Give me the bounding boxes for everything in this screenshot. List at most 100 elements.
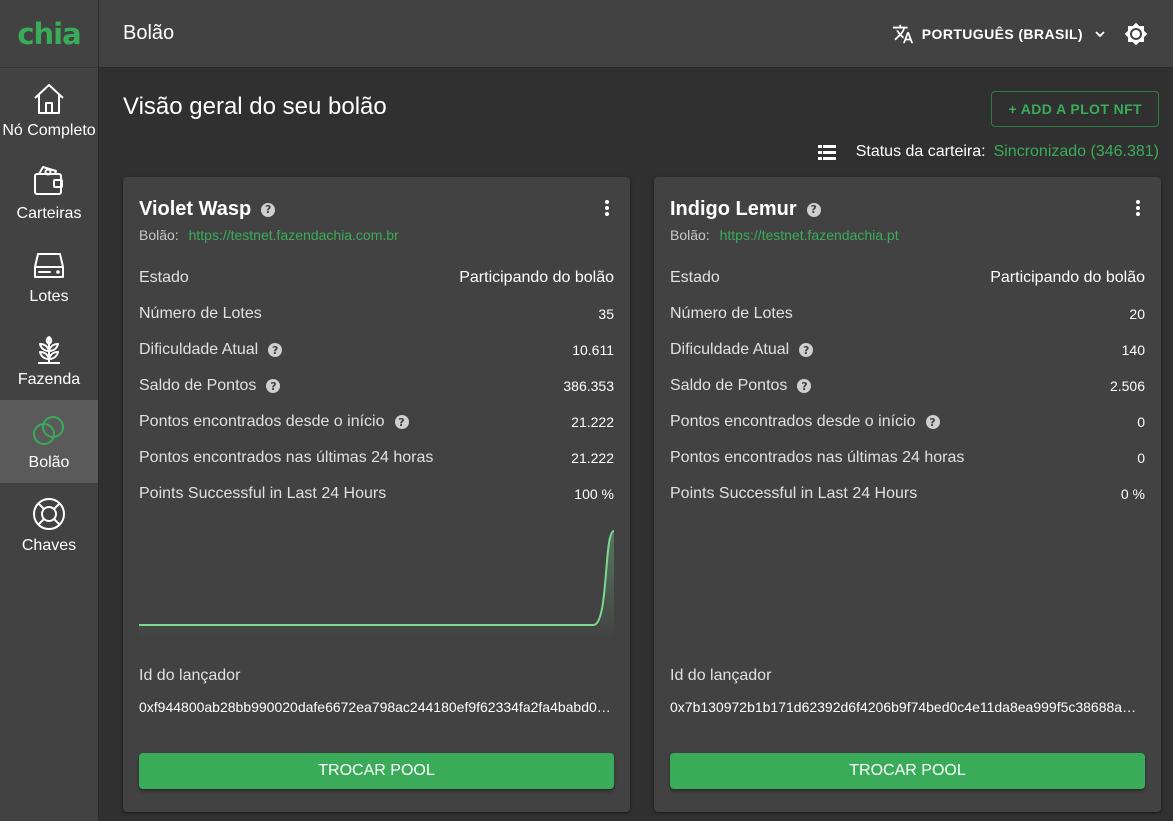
stat-label: Points Successful in Last 24 Hours: [139, 485, 387, 502]
help-icon[interactable]: ?: [266, 379, 281, 393]
stat-row-difficulty: Dificuldade Atual? 140: [670, 332, 1145, 368]
sprout-icon: [38, 335, 60, 364]
help-icon[interactable]: ?: [806, 202, 821, 217]
stat-row-difficulty: Dificuldade Atual? 10.611: [139, 332, 614, 368]
launcher-id-value: 0x7b130972b1b171d62392d6f4206b9f74bed0c4…: [670, 699, 1143, 715]
stats-list: Estado Participando do bolão Número de L…: [670, 260, 1145, 512]
page-title: Visão geral do seu bolão: [123, 93, 387, 120]
launcher-id-label: Id do lançador: [670, 667, 772, 684]
stat-label: Saldo de Pontos: [139, 377, 257, 394]
plot-nft-card: Violet Wasp ? Bolão: https://testnet.faz…: [123, 177, 630, 812]
sidebar-item-label: Fazenda: [17, 370, 81, 388]
stat-value: 386.353: [563, 378, 614, 394]
list-view-icon[interactable]: [817, 144, 836, 160]
lifebuoy-icon: [33, 497, 65, 530]
translate-icon: [892, 24, 913, 43]
wallet-status-value: Sincronizado (346.381): [993, 143, 1159, 160]
language-selector[interactable]: PORTUGUÊS (BRASIL): [892, 23, 1107, 45]
sidebar-item-keys[interactable]: Chaves: [0, 483, 98, 566]
stat-row-points-since-start: Pontos encontrados desde o início? 21.22…: [139, 404, 614, 440]
stat-label-with-help: Saldo de Pontos?: [139, 377, 281, 395]
points-chart: [139, 530, 614, 639]
stat-label: Points Successful in Last 24 Hours: [670, 485, 918, 502]
sidebar-item-wallets[interactable]: Carteiras: [0, 151, 98, 234]
change-pool-button[interactable]: TROCAR POOL: [670, 753, 1145, 789]
stat-label: Pontos encontrados desde o início: [139, 413, 385, 430]
chart-series-line: [139, 530, 614, 626]
stat-value: Participando do bolão: [990, 269, 1145, 286]
theme-toggle-button[interactable]: [1123, 21, 1149, 47]
stat-label: Dificuldade Atual: [139, 341, 259, 358]
stat-row-plot-count: Número de Lotes 35: [139, 296, 614, 332]
stat-label: Dificuldade Atual: [670, 341, 790, 358]
wallet-status-label: Status da carteira:: [855, 143, 986, 160]
plot-nft-card: Indigo Lemur ? Bolão: https://testnet.fa…: [654, 177, 1161, 812]
help-icon[interactable]: ?: [797, 379, 812, 393]
more-vert-icon[interactable]: [1135, 199, 1141, 217]
help-icon[interactable]: ?: [268, 343, 283, 357]
chia-logo[interactable]: chia: [0, 0, 98, 68]
sidebar-item-label: Chaves: [21, 536, 77, 554]
stats-list: Estado Participando do bolão Número de L…: [139, 260, 614, 512]
hard-drive-icon: [34, 252, 64, 278]
language-label: PORTUGUÊS (BRASIL): [921, 25, 1083, 42]
page-header-title: Bolão: [123, 22, 175, 44]
stat-row-points-24h: Pontos encontrados nas últimas 24 horas …: [139, 440, 614, 476]
stat-row-points-successful: Points Successful in Last 24 Hours 100 %: [139, 476, 614, 512]
sidebar-item-plots[interactable]: Lotes: [0, 234, 98, 317]
plot-nft-name-text: Violet Wasp: [139, 198, 252, 220]
stat-value: 0: [1137, 450, 1145, 466]
sidebar-item-label: Nó Completo: [2, 121, 96, 139]
add-plot-nft-button[interactable]: + ADD A PLOT NFT: [991, 91, 1159, 127]
stat-row-status: Estado Participando do bolão: [670, 260, 1145, 296]
help-icon[interactable]: ?: [799, 343, 814, 357]
stat-row-points-successful: Points Successful in Last 24 Hours 0 %: [670, 476, 1145, 512]
stat-label-with-help: Dificuldade Atual?: [139, 341, 283, 359]
stat-value: 20: [1129, 306, 1145, 322]
stat-label: Número de Lotes: [139, 305, 262, 322]
pool-url-link[interactable]: https://testnet.fazendachia.pt: [720, 227, 899, 243]
plot-nft-name: Violet Wasp ?: [139, 198, 276, 221]
stat-row-points-since-start: Pontos encontrados desde o início? 0: [670, 404, 1145, 440]
stat-label-with-help: Dificuldade Atual?: [670, 341, 814, 359]
stat-value: 21.222: [571, 414, 614, 430]
stat-label: Pontos encontrados desde o início: [670, 413, 916, 430]
stat-label: Número de Lotes: [670, 305, 793, 322]
pool-url-link[interactable]: https://testnet.fazendachia.com.br: [189, 227, 399, 243]
stat-value: 35: [598, 306, 614, 322]
stat-row-points-balance: Saldo de Pontos? 2.506: [670, 368, 1145, 404]
stat-row-points-balance: Saldo de Pontos? 386.353: [139, 368, 614, 404]
plot-nft-name: Indigo Lemur ?: [670, 198, 821, 221]
more-vert-icon[interactable]: [604, 199, 610, 217]
top-bar: Bolão PORTUGUÊS (BRASIL): [99, 0, 1173, 68]
sidebar-item-full-node[interactable]: Nó Completo: [0, 68, 98, 151]
home-icon: [34, 83, 64, 114]
stat-label-with-help: Pontos encontrados desde o início?: [670, 413, 940, 431]
sidebar-item-farm[interactable]: Fazenda: [0, 317, 98, 400]
stat-label: Pontos encontrados nas últimas 24 horas: [670, 449, 965, 466]
help-icon[interactable]: ?: [394, 415, 409, 429]
pool-label: Bolão:: [670, 227, 710, 243]
chart-area-fill: [139, 531, 614, 639]
sidebar-item-pool[interactable]: Bolão: [0, 400, 98, 483]
help-icon[interactable]: ?: [925, 415, 940, 429]
sidebar-item-label: Bolão: [28, 453, 70, 471]
stat-value: 0 %: [1120, 486, 1145, 502]
stat-value: 0: [1137, 414, 1145, 430]
sidebar-item-label: Carteiras: [16, 204, 82, 222]
stat-label-with-help: Saldo de Pontos?: [670, 377, 812, 395]
wallet-status: Status da carteira: Sincronizado (346.38…: [817, 143, 1159, 161]
sidebar-item-label: Lotes: [29, 287, 69, 305]
logo-text: chia: [17, 16, 81, 51]
stat-label: Pontos encontrados nas últimas 24 horas: [139, 449, 434, 466]
help-icon[interactable]: ?: [261, 202, 276, 217]
wallet-icon: [34, 165, 63, 195]
stat-row-plot-count: Número de Lotes 20: [670, 296, 1145, 332]
change-pool-button[interactable]: TROCAR POOL: [139, 753, 614, 789]
stat-label: Estado: [139, 269, 189, 286]
stat-label-with-help: Pontos encontrados desde o início?: [139, 413, 409, 431]
sidebar: chia Nó Completo Carteiras Lotes Fazenda…: [0, 0, 99, 821]
main-content: Visão geral do seu bolão + ADD A PLOT NF…: [99, 68, 1173, 821]
stat-value: 10.611: [572, 342, 614, 358]
chevron-down-icon: [1095, 30, 1105, 37]
